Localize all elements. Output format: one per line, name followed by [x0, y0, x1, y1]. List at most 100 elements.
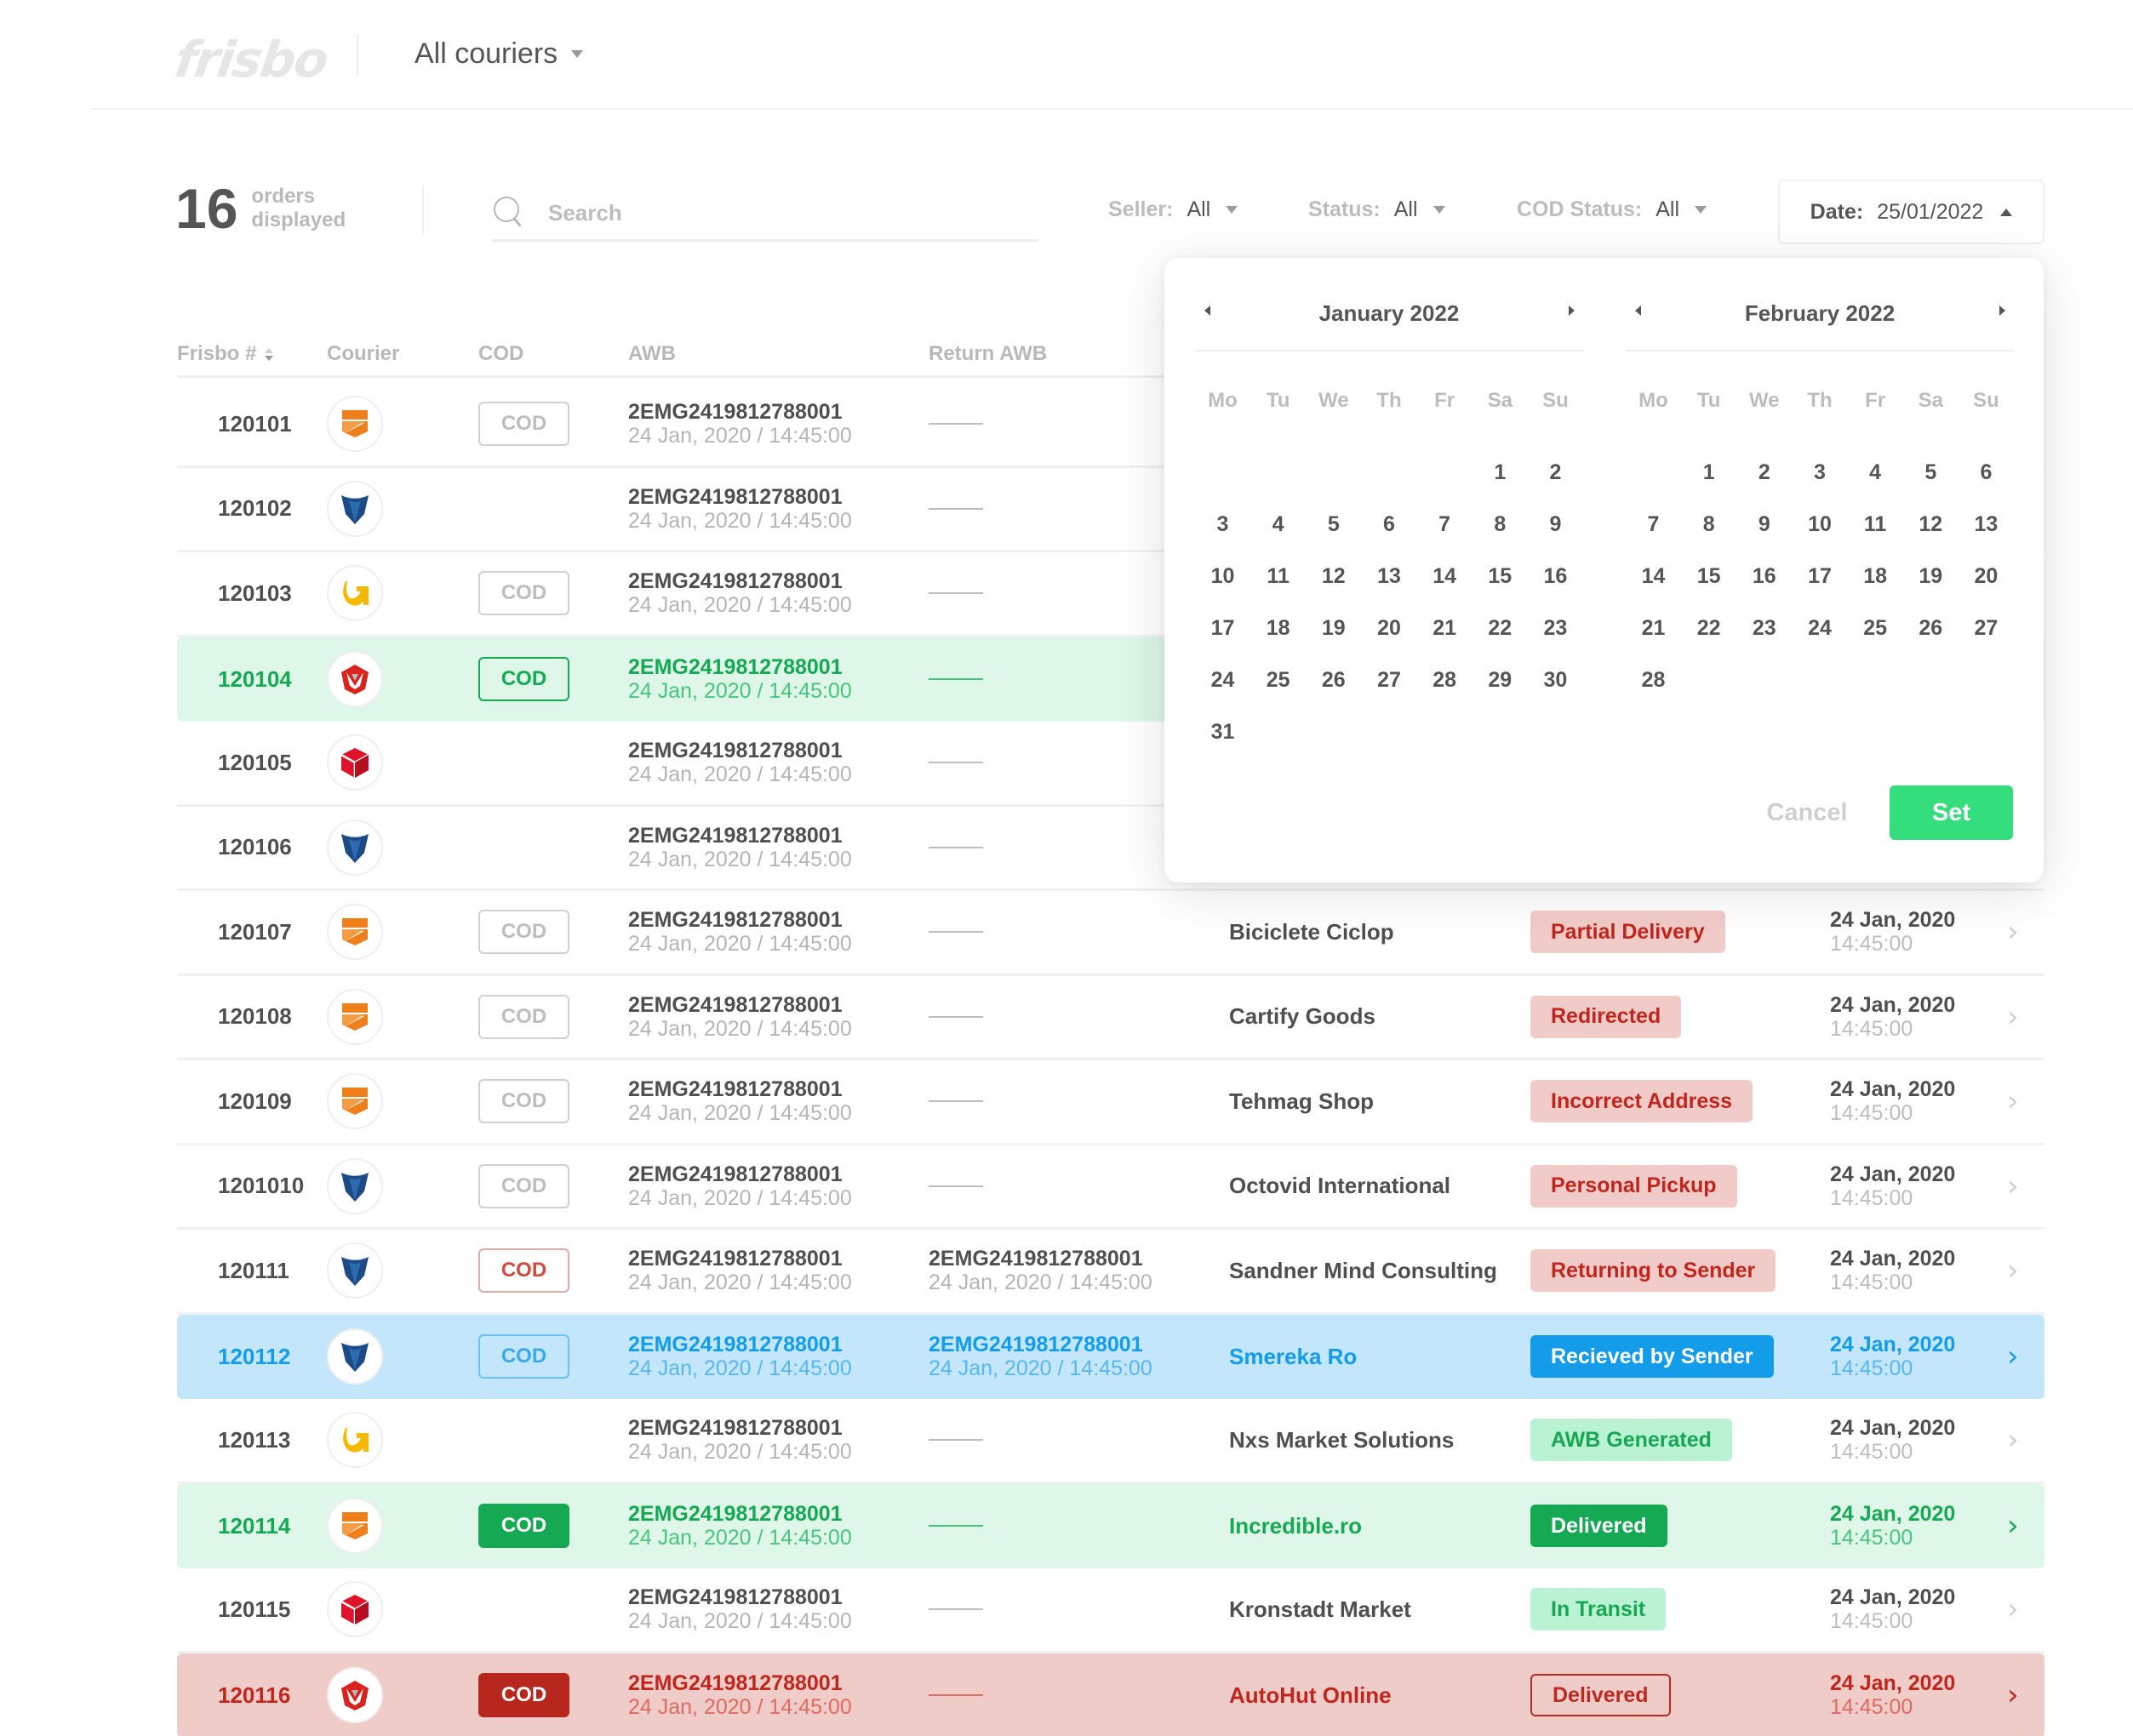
table-row[interactable]: 1201010 COD 2EMG2419812788001 24 Jan, 2020 …	[177, 1145, 2044, 1230]
calendar-day[interactable]: 25	[1848, 602, 1903, 654]
set-button[interactable]: Set	[1890, 785, 2013, 840]
awb-number[interactable]: 2EMG2419812788001	[628, 569, 843, 593]
calendar-day[interactable]: 12	[1306, 551, 1361, 602]
awb-number[interactable]: 2EMG2419812788001	[628, 1671, 843, 1695]
calendar-day[interactable]: 30	[1528, 654, 1583, 706]
awb-number[interactable]: 2EMG2419812788001	[628, 1416, 843, 1440]
calendar-day[interactable]: 5	[1306, 499, 1361, 551]
awb-number[interactable]: 2EMG2419812788001	[628, 485, 843, 509]
sort-icon[interactable]	[265, 347, 274, 361]
search-box[interactable]	[492, 187, 1038, 242]
table-row[interactable]: 120112 COD 2EMG2419812788001 24 Jan, 2020 /…	[177, 1314, 2044, 1400]
return-awb-number[interactable]: 2EMG2419812788001	[929, 1247, 1143, 1271]
calendar-day[interactable]: 23	[1528, 602, 1583, 654]
calendar-day[interactable]: 5	[1903, 447, 1959, 499]
status-filter[interactable]: Status: All	[1308, 197, 1445, 222]
chevron-right-icon[interactable]: ›	[2007, 891, 2019, 974]
calendar-day[interactable]: 28	[1417, 654, 1473, 706]
awb-number[interactable]: 2EMG2419812788001	[628, 1077, 843, 1101]
calendar-day[interactable]: 1	[1681, 447, 1736, 499]
calendar-day[interactable]: 19	[1306, 602, 1361, 654]
chevron-right-icon[interactable]: ›	[2007, 1653, 2019, 1736]
table-row[interactable]: 120111 COD 2EMG2419812788001 24 Jan, 2020 /…	[177, 1230, 2044, 1315]
search-input[interactable]	[548, 200, 991, 226]
prev-month-button[interactable]	[1629, 302, 1646, 319]
column-header-frisbo-number[interactable]: Frisbo #	[177, 330, 274, 378]
calendar-day[interactable]: 28	[1626, 654, 1681, 706]
calendar-day[interactable]: 21	[1626, 602, 1681, 654]
awb-number[interactable]: 2EMG2419812788001	[628, 655, 843, 679]
calendar-day[interactable]: 23	[1736, 602, 1792, 654]
table-row[interactable]: 120114 COD 2EMG2419812788001 24 Jan, 2020 /…	[177, 1483, 2044, 1569]
next-month-button[interactable]	[1993, 302, 2010, 319]
cancel-button[interactable]: Cancel	[1743, 785, 1871, 840]
calendar-day[interactable]: 1	[1473, 447, 1528, 499]
table-row[interactable]: 120113 2EMG2419812788001 24 Jan, 2020 / 14…	[177, 1399, 2044, 1484]
prev-month-button[interactable]	[1198, 302, 1215, 319]
calendar-day[interactable]: 9	[1528, 499, 1583, 551]
calendar-day[interactable]: 3	[1195, 499, 1250, 551]
calendar-day[interactable]: 22	[1473, 602, 1528, 654]
awb-number[interactable]: 2EMG2419812788001	[628, 993, 843, 1017]
calendar-day[interactable]: 20	[1361, 602, 1416, 654]
calendar-day[interactable]: 27	[1959, 602, 2014, 654]
table-row[interactable]: 120108 COD 2EMG2419812788001 24 Jan, 2020 /…	[177, 976, 2044, 1060]
awb-number[interactable]: 2EMG2419812788001	[628, 1333, 843, 1356]
cod-status-filter[interactable]: COD Status: All	[1517, 197, 1707, 222]
calendar-day[interactable]: 11	[1848, 499, 1903, 551]
chevron-right-icon[interactable]: ›	[2007, 976, 2019, 1059]
calendar-day[interactable]: 7	[1626, 499, 1681, 551]
next-month-button[interactable]	[1563, 302, 1580, 319]
awb-number[interactable]: 2EMG2419812788001	[628, 739, 843, 762]
calendar-day[interactable]: 24	[1195, 654, 1250, 706]
calendar-day[interactable]: 26	[1306, 654, 1361, 706]
calendar-day[interactable]: 2	[1736, 447, 1792, 499]
calendar-day[interactable]: 13	[1361, 551, 1416, 602]
calendar-day[interactable]: 19	[1903, 551, 1959, 602]
calendar-day[interactable]: 10	[1792, 499, 1847, 551]
awb-number[interactable]: 2EMG2419812788001	[628, 1585, 843, 1609]
table-row[interactable]: 120115 2EMG2419812788001 24 Jan, 2020 / 14…	[177, 1568, 2044, 1653]
awb-number[interactable]: 2EMG2419812788001	[628, 1162, 843, 1186]
courier-filter-dropdown[interactable]: All couriers	[415, 37, 584, 71]
calendar-day[interactable]: 16	[1528, 551, 1583, 602]
chevron-right-icon[interactable]: ›	[2007, 1145, 2019, 1228]
calendar-day[interactable]: 15	[1681, 551, 1736, 602]
chevron-right-icon[interactable]: ›	[2007, 1230, 2019, 1312]
calendar-day[interactable]: 2	[1528, 447, 1583, 499]
chevron-right-icon[interactable]: ›	[2007, 1568, 2019, 1651]
table-row[interactable]: 120116 COD 2EMG2419812788001 24 Jan, 2020 /…	[177, 1653, 2044, 1736]
chevron-right-icon[interactable]: ›	[2007, 1060, 2019, 1143]
chevron-right-icon[interactable]: ›	[2007, 1484, 2019, 1569]
table-row[interactable]: 120109 COD 2EMG2419812788001 24 Jan, 2020 /…	[177, 1060, 2044, 1145]
calendar-day[interactable]: 8	[1473, 499, 1528, 551]
calendar-day[interactable]: 22	[1681, 602, 1736, 654]
chevron-right-icon[interactable]: ›	[2007, 1399, 2019, 1482]
calendar-day[interactable]: 11	[1250, 551, 1306, 602]
calendar-day[interactable]: 6	[1959, 447, 2014, 499]
calendar-day[interactable]: 14	[1417, 551, 1473, 602]
calendar-day[interactable]: 3	[1792, 447, 1847, 499]
calendar-day[interactable]: 24	[1792, 602, 1847, 654]
calendar-day[interactable]: 16	[1736, 551, 1792, 602]
calendar-day[interactable]: 13	[1959, 499, 2014, 551]
calendar-day[interactable]: 4	[1250, 499, 1306, 551]
calendar-day[interactable]: 25	[1250, 654, 1306, 706]
calendar-day[interactable]: 27	[1361, 654, 1416, 706]
calendar-day[interactable]: 12	[1903, 499, 1959, 551]
chevron-right-icon[interactable]: ›	[2007, 1315, 2019, 1400]
calendar-day[interactable]: 29	[1473, 654, 1528, 706]
calendar-day[interactable]: 31	[1195, 706, 1250, 758]
calendar-day[interactable]: 17	[1195, 602, 1250, 654]
calendar-day[interactable]: 21	[1417, 602, 1473, 654]
awb-number[interactable]: 2EMG2419812788001	[628, 1247, 843, 1271]
calendar-day[interactable]: 20	[1959, 551, 2014, 602]
seller-filter[interactable]: Seller: All	[1108, 197, 1238, 222]
awb-number[interactable]: 2EMG2419812788001	[628, 400, 843, 424]
calendar-day[interactable]: 14	[1626, 551, 1681, 602]
calendar-day[interactable]: 18	[1848, 551, 1903, 602]
calendar-day[interactable]: 9	[1736, 499, 1792, 551]
awb-number[interactable]: 2EMG2419812788001	[628, 824, 843, 848]
calendar-day[interactable]: 15	[1473, 551, 1528, 602]
return-awb-number[interactable]: 2EMG2419812788001	[929, 1333, 1143, 1356]
